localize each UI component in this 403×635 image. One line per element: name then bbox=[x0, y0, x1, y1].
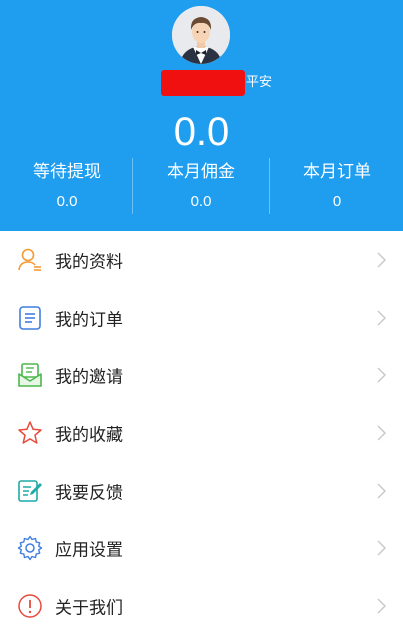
menu-item-about-us[interactable]: 关于我们 bbox=[0, 577, 403, 635]
person-icon bbox=[18, 248, 41, 271]
menu-item-label: 我的订单 bbox=[55, 310, 123, 331]
menu-item-my-favorites[interactable]: 我的收藏 bbox=[0, 404, 403, 462]
user-tag: 平安 bbox=[246, 75, 273, 90]
chevron-right-icon bbox=[377, 425, 386, 441]
stat-monthly-commission[interactable]: 本月佣金 0.0 bbox=[134, 160, 268, 212]
star-icon bbox=[18, 421, 42, 444]
menu-item-label: 应用设置 bbox=[55, 540, 123, 561]
chevron-right-icon bbox=[377, 483, 386, 499]
menu-item-label: 我的资料 bbox=[55, 252, 123, 273]
info-icon bbox=[18, 594, 42, 618]
invite-icon bbox=[18, 363, 42, 388]
menu-item-label: 我的收藏 bbox=[55, 425, 123, 446]
order-list-icon bbox=[19, 305, 41, 330]
balance-amount: 0.0 bbox=[173, 110, 230, 154]
stat-divider bbox=[132, 158, 133, 214]
stat-label: 本月订单 bbox=[303, 162, 371, 182]
stat-value: 0.0 bbox=[56, 193, 78, 210]
menu-item-feedback[interactable]: 我要反馈 bbox=[0, 462, 403, 520]
stat-value: 0 bbox=[332, 193, 342, 210]
chevron-right-icon bbox=[377, 252, 386, 268]
stat-pending-withdraw[interactable]: 等待提现 0.0 bbox=[0, 160, 134, 212]
menu-item-my-orders[interactable]: 我的订单 bbox=[0, 289, 403, 347]
chevron-right-icon bbox=[377, 598, 386, 614]
stat-label: 等待提现 bbox=[33, 162, 101, 182]
chevron-right-icon bbox=[377, 540, 386, 556]
menu-item-label: 我要反馈 bbox=[55, 483, 123, 504]
menu-item-my-profile[interactable]: 我的资料 bbox=[0, 231, 403, 289]
menu-item-my-invites[interactable]: 我的邀请 bbox=[0, 346, 403, 404]
redacted-username bbox=[161, 70, 245, 96]
profile-header: 平安 0.0 等待提现 0.0 本月佣金 0.0 本月订单 0 bbox=[0, 0, 403, 231]
stat-label: 本月佣金 bbox=[167, 162, 235, 182]
avatar[interactable] bbox=[172, 6, 230, 64]
menu-item-label: 关于我们 bbox=[55, 598, 123, 619]
waiter-avatar-icon bbox=[172, 6, 230, 64]
menu-list: 我的资料 我的订单 我的邀请 我的收藏 我要反馈 应用设置 关于我们 bbox=[0, 231, 403, 635]
chevron-right-icon bbox=[377, 310, 386, 326]
menu-item-label: 我的邀请 bbox=[55, 367, 123, 388]
menu-item-app-settings[interactable]: 应用设置 bbox=[0, 519, 403, 577]
feedback-edit-icon bbox=[18, 479, 42, 502]
stat-monthly-orders[interactable]: 本月订单 0 bbox=[270, 160, 403, 212]
stat-value: 0.0 bbox=[190, 193, 212, 210]
chevron-right-icon bbox=[377, 367, 386, 383]
gear-icon bbox=[17, 536, 43, 561]
